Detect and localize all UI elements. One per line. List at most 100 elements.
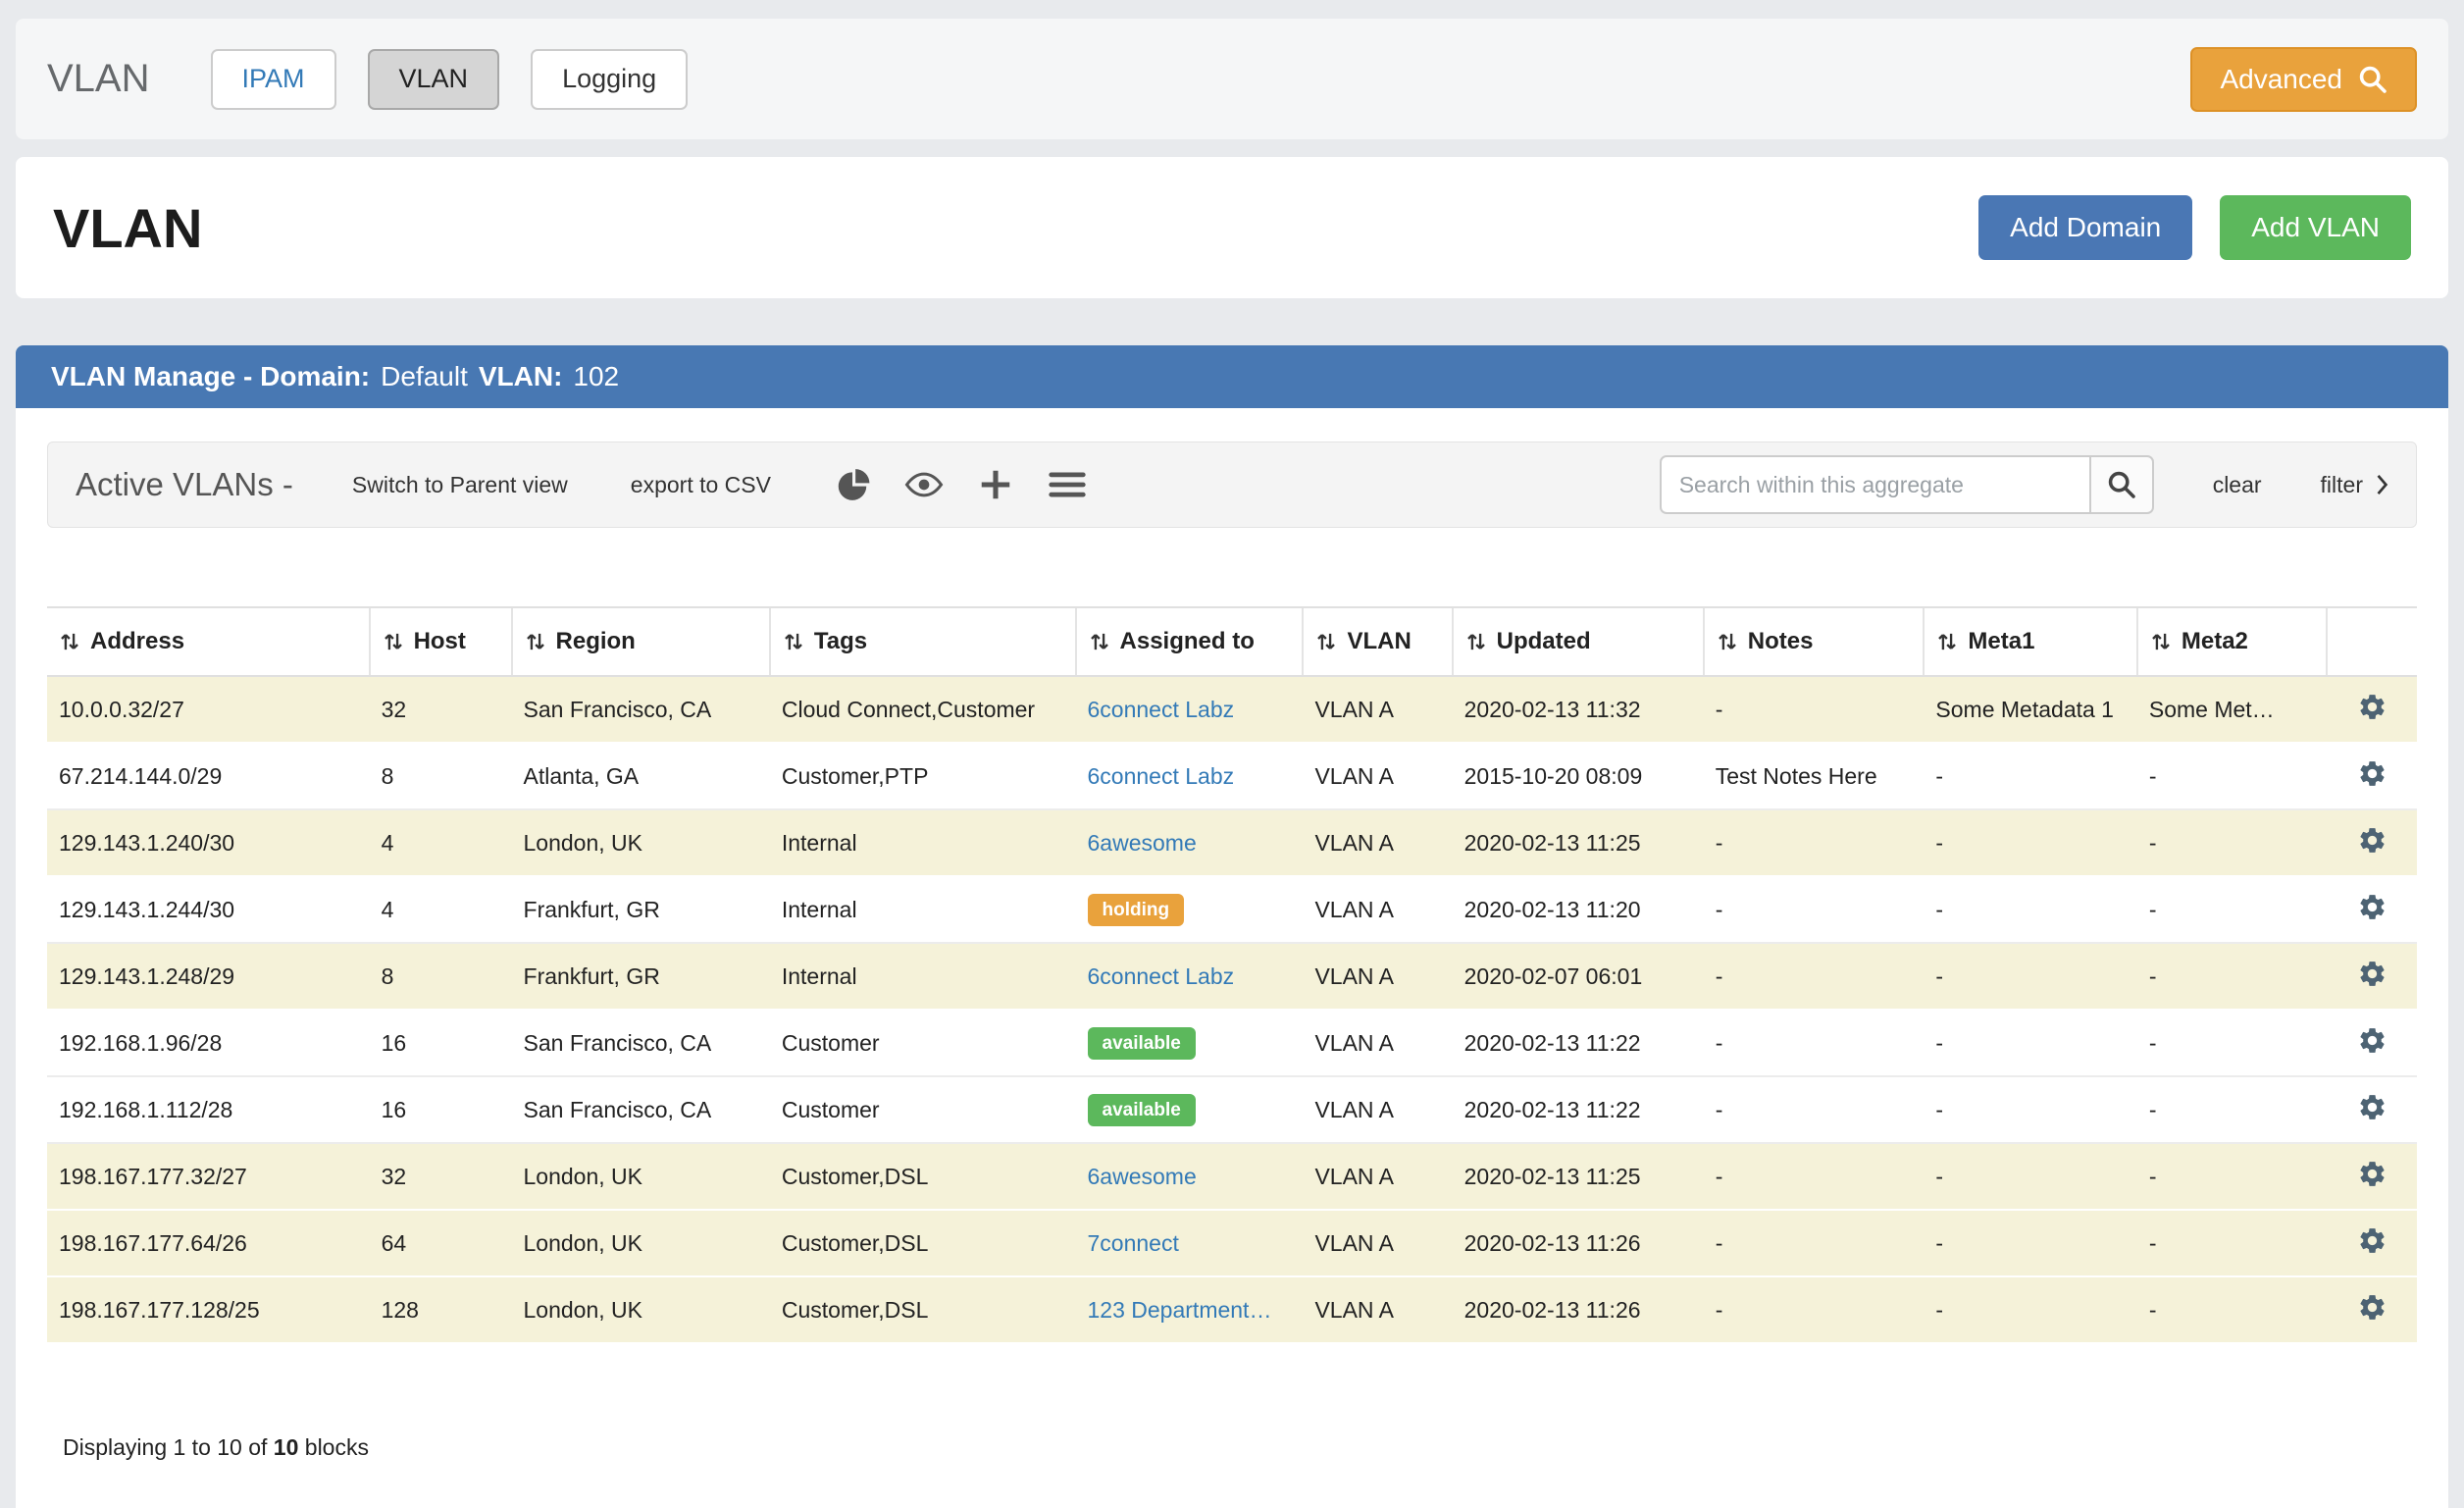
cell-tags: Cloud Connect,Customer [770, 676, 1076, 743]
gear-icon[interactable] [2357, 1025, 2387, 1056]
sort-icon [383, 631, 404, 652]
gear-icon[interactable] [2357, 1092, 2387, 1122]
cell-updated: 2020-02-13 11:22 [1453, 1076, 1704, 1143]
cell-notes: - [1704, 676, 1925, 743]
col-header-updated[interactable]: Updated [1453, 607, 1704, 676]
cell-notes: - [1704, 876, 1925, 943]
clear-link[interactable]: clear [2213, 472, 2262, 498]
vlan-manage-panel: VLAN Manage - Domain: Default VLAN: 102 … [16, 345, 2448, 1508]
table-row: 67.214.144.0/29 8 Atlanta, GA Customer,P… [47, 743, 2417, 809]
assigned-link[interactable]: 7connect [1088, 1230, 1179, 1256]
cell-host: 16 [370, 1076, 512, 1143]
cell-notes: - [1704, 1143, 1925, 1210]
gear-icon[interactable] [2357, 1225, 2387, 1256]
plus-icon[interactable] [977, 466, 1014, 503]
assigned-link[interactable]: 6awesome [1088, 1164, 1197, 1189]
eye-icon[interactable] [904, 471, 944, 498]
table-row: 192.168.1.96/28 16 San Francisco, CA Cus… [47, 1010, 2417, 1076]
cell-meta2: - [2137, 876, 2327, 943]
add-domain-button[interactable]: Add Domain [1978, 195, 2192, 260]
cell-host: 32 [370, 676, 512, 743]
sort-icon [59, 631, 80, 652]
cell-updated: 2020-02-13 11:20 [1453, 876, 1704, 943]
cell-vlan: VLAN A [1303, 743, 1452, 809]
status-badge-holding[interactable]: holding [1088, 894, 1185, 926]
cell-region: London, UK [512, 1143, 770, 1210]
cell-actions [2327, 1276, 2417, 1343]
tab-vlan[interactable]: VLAN [368, 49, 500, 110]
cell-region: San Francisco, CA [512, 1010, 770, 1076]
cell-updated: 2020-02-07 06:01 [1453, 943, 1704, 1010]
sort-icon [1089, 631, 1110, 652]
cell-vlan: VLAN A [1303, 676, 1452, 743]
search-submit-button[interactable] [2091, 455, 2154, 514]
status-badge-available[interactable]: available [1088, 1027, 1196, 1060]
col-header-host[interactable]: Host [370, 607, 512, 676]
assigned-link[interactable]: 6awesome [1088, 830, 1197, 856]
cell-assigned: 6connect Labz [1076, 743, 1304, 809]
tab-logging[interactable]: Logging [531, 49, 688, 110]
cell-address: 10.0.0.32/27 [47, 676, 370, 743]
cell-updated: 2020-02-13 11:32 [1453, 676, 1704, 743]
cell-region: London, UK [512, 1276, 770, 1343]
cell-actions [2327, 943, 2417, 1010]
assigned-link[interactable]: 6connect Labz [1088, 697, 1235, 722]
gear-icon[interactable] [2357, 1159, 2387, 1189]
switch-parent-view-link[interactable]: Switch to Parent view [352, 472, 568, 498]
sort-icon [2150, 631, 2172, 652]
col-header-meta1[interactable]: Meta1 [1924, 607, 2136, 676]
table-row: 198.167.177.128/25 128 London, UK Custom… [47, 1276, 2417, 1343]
cell-notes: - [1704, 1076, 1925, 1143]
gear-icon[interactable] [2357, 692, 2387, 722]
cell-address: 192.168.1.112/28 [47, 1076, 370, 1143]
col-header-address[interactable]: Address [47, 607, 370, 676]
sort-icon [1465, 631, 1487, 652]
pie-chart-icon[interactable] [834, 466, 871, 503]
col-header-vlan[interactable]: VLAN [1303, 607, 1452, 676]
status-badge-available[interactable]: available [1088, 1094, 1196, 1126]
col-header-meta2[interactable]: Meta2 [2137, 607, 2327, 676]
assigned-link[interactable]: 123 Department… [1088, 1297, 1272, 1323]
cell-tags: Customer,PTP [770, 743, 1076, 809]
active-vlans-label: Active VLANs - [76, 466, 293, 503]
sort-icon [525, 631, 546, 652]
total-count: 10 [274, 1434, 299, 1460]
pagination-summary: Displaying 1 to 10 of 10 blocks [63, 1434, 2417, 1508]
gear-icon[interactable] [2357, 1292, 2387, 1323]
cell-notes: - [1704, 1010, 1925, 1076]
cell-meta2: - [2137, 1010, 2327, 1076]
col-header-assigned-to[interactable]: Assigned to [1076, 607, 1304, 676]
cell-assigned: 6connect Labz [1076, 943, 1304, 1010]
cell-tags: Customer,DSL [770, 1276, 1076, 1343]
list-icon[interactable] [1048, 471, 1087, 498]
gear-icon[interactable] [2357, 959, 2387, 989]
search-icon [2358, 65, 2387, 94]
col-header-region[interactable]: Region [512, 607, 770, 676]
cell-assigned: 123 Department… [1076, 1276, 1304, 1343]
advanced-search-button[interactable]: Advanced [2190, 47, 2417, 112]
gear-icon[interactable] [2357, 892, 2387, 922]
table-toolbar: Active VLANs - Switch to Parent view exp… [47, 442, 2417, 528]
cell-assigned: holding [1076, 876, 1304, 943]
filter-link[interactable]: filter [2321, 472, 2388, 498]
col-header-tags[interactable]: Tags [770, 607, 1076, 676]
table-row: 129.143.1.240/30 4 London, UK Internal 6… [47, 809, 2417, 876]
page-title: VLAN [53, 196, 202, 260]
assigned-link[interactable]: 6connect Labz [1088, 763, 1235, 789]
vlan-blocks-table: Address Host Region Tags Assigned to VLA… [47, 606, 2417, 1344]
panel-title-segment: VLAN: [479, 361, 563, 392]
cell-address: 198.167.177.64/26 [47, 1210, 370, 1276]
cell-actions [2327, 743, 2417, 809]
cell-actions [2327, 1143, 2417, 1210]
tab-ipam[interactable]: IPAM [211, 49, 336, 110]
gear-icon[interactable] [2357, 758, 2387, 789]
cell-meta1: - [1924, 743, 2136, 809]
assigned-link[interactable]: 6connect Labz [1088, 963, 1235, 989]
export-csv-link[interactable]: export to CSV [631, 472, 771, 498]
search-input[interactable] [1660, 455, 2091, 514]
gear-icon[interactable] [2357, 825, 2387, 856]
col-header-notes[interactable]: Notes [1704, 607, 1925, 676]
cell-actions [2327, 809, 2417, 876]
cell-meta2: - [2137, 1143, 2327, 1210]
add-vlan-button[interactable]: Add VLAN [2220, 195, 2411, 260]
